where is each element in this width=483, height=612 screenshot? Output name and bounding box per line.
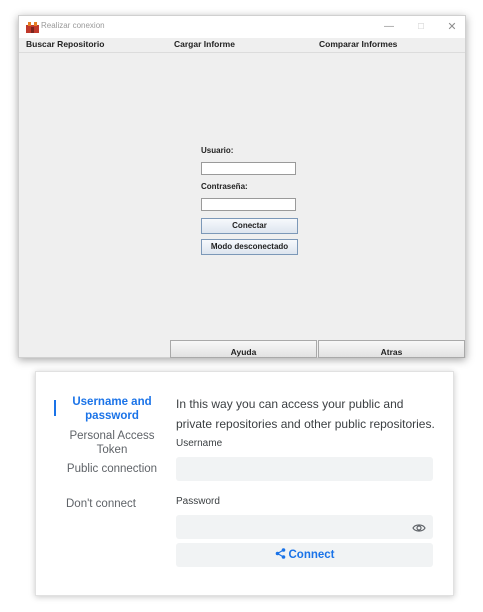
user-field[interactable] xyxy=(201,162,296,175)
nav-public-connection[interactable]: Public connection xyxy=(64,462,160,476)
username-label: Username xyxy=(176,438,223,449)
connect-button-card[interactable]: Connect xyxy=(176,543,433,567)
help-button[interactable]: Ayuda xyxy=(170,340,317,358)
share-icon xyxy=(275,544,286,559)
menu-comparar-informes[interactable]: Comparar Informes xyxy=(319,39,397,49)
offline-mode-button[interactable]: Modo desconectado xyxy=(201,239,298,255)
title-bar: Realizar conexion — ☐ ✕ xyxy=(19,16,465,38)
window-title: Realizar conexion xyxy=(41,21,105,30)
menu-bar: Buscar Repositorio Cargar Informe Compar… xyxy=(19,38,465,53)
active-tab-indicator xyxy=(54,400,56,416)
menu-cargar-informe[interactable]: Cargar Informe xyxy=(174,39,235,49)
back-button[interactable]: Atras xyxy=(318,340,465,358)
password-label: Contraseña: xyxy=(201,182,248,191)
connection-window: Realizar conexion — ☐ ✕ Buscar Repositor… xyxy=(18,15,466,358)
password-label-card: Password xyxy=(176,496,220,507)
connect-label: Connect xyxy=(288,549,335,561)
menu-buscar-repositorio[interactable]: Buscar Repositorio xyxy=(26,39,104,49)
nav-username-password[interactable]: Username and password xyxy=(64,395,160,423)
user-label: Usuario: xyxy=(201,146,234,155)
nav-personal-access-token[interactable]: Personal Access Token xyxy=(64,429,160,457)
password-input[interactable] xyxy=(176,515,433,539)
username-input[interactable] xyxy=(176,457,433,481)
eye-icon[interactable] xyxy=(412,521,426,533)
close-button[interactable]: ✕ xyxy=(439,19,465,35)
connect-button[interactable]: Conectar xyxy=(201,218,298,234)
minimize-button[interactable]: — xyxy=(376,19,402,35)
nav-dont-connect[interactable]: Don't connect xyxy=(66,497,162,511)
password-field[interactable] xyxy=(201,198,296,211)
description-text: In this way you can access your public a… xyxy=(176,397,435,431)
app-icon xyxy=(26,21,39,33)
maximize-button[interactable]: ☐ xyxy=(408,19,434,35)
login-card: Username and password Personal Access To… xyxy=(35,371,454,596)
